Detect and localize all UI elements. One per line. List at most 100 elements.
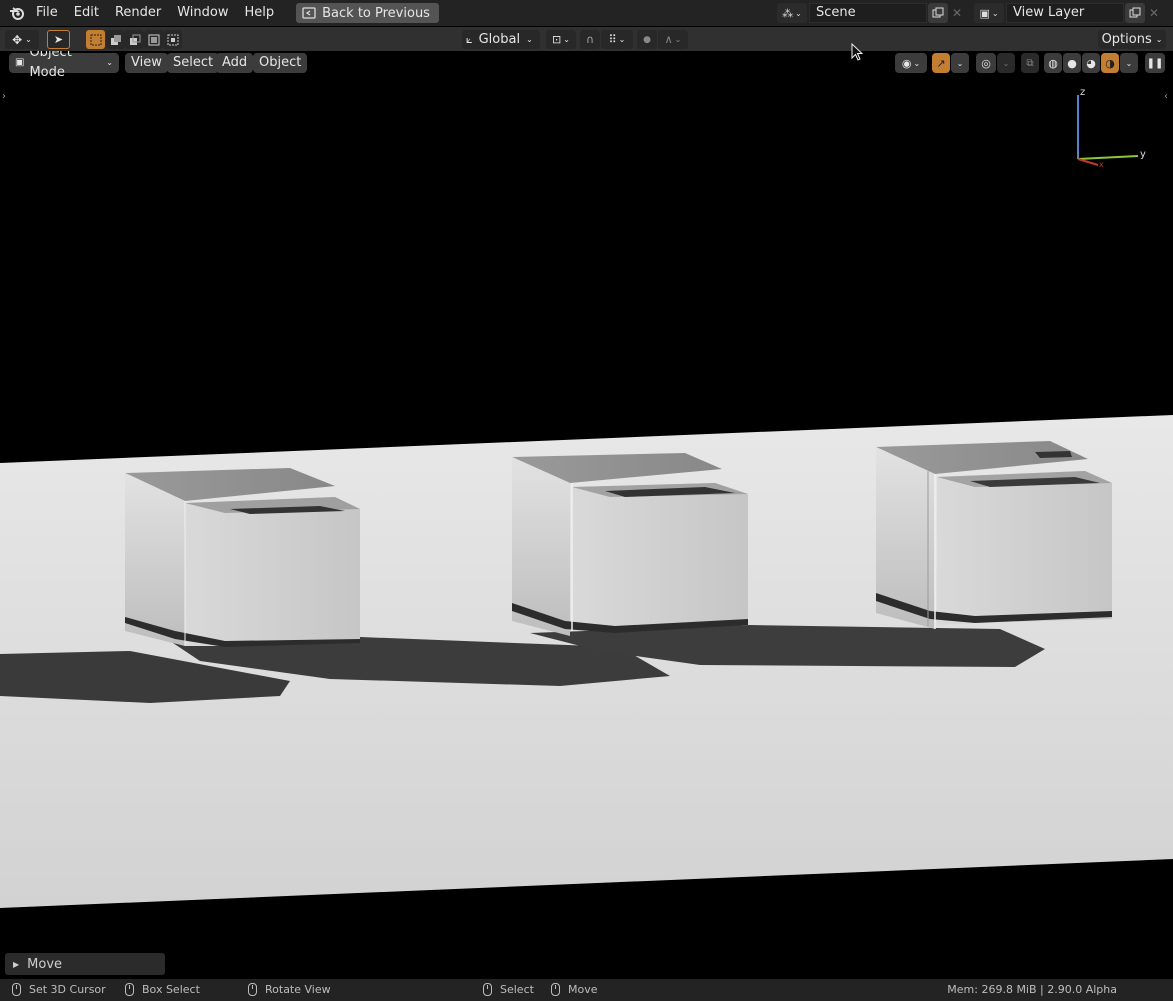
menu-render[interactable]: Render	[107, 2, 169, 24]
hint-label: Rotate View	[265, 983, 331, 996]
chevron-down-icon: ⌄	[1002, 58, 1010, 68]
wireframe-sphere-icon: ◍	[1048, 56, 1058, 70]
orientation-label: Global	[478, 32, 521, 47]
editor-type-button[interactable]: ✥ ⌄	[5, 30, 39, 49]
scene-name-field[interactable]: Scene	[809, 3, 927, 23]
hint-label: Set 3D Cursor	[29, 983, 106, 996]
menu-window[interactable]: Window	[169, 2, 236, 24]
view-layer-browse-button[interactable]: ▣ ⌄	[974, 3, 1004, 23]
shading-dropdown[interactable]: ⌄	[1120, 53, 1138, 73]
last-operator-panel[interactable]: ▶ Move	[5, 953, 165, 975]
select-mode-subtract-button[interactable]	[125, 30, 144, 49]
menu-edit[interactable]: Edit	[66, 2, 107, 24]
snap-target-dropdown[interactable]: ⠿ ⌄	[601, 30, 633, 49]
select-mode-extend-button[interactable]	[106, 30, 125, 49]
select-menu[interactable]: Select	[167, 53, 220, 73]
select-extend-icon	[110, 34, 121, 45]
top-bar: File Edit Render Window Help Back to Pre…	[0, 0, 1173, 26]
last-operator-label: Move	[27, 956, 63, 972]
active-tool-button[interactable]: ➤	[47, 30, 70, 49]
chevron-down-icon: ⌄	[674, 35, 682, 44]
axis-gizmo[interactable]: z y x	[1068, 83, 1158, 173]
snap-toggle-button[interactable]: ∩	[580, 30, 600, 49]
shading-rendered-button[interactable]: ◑	[1101, 53, 1119, 73]
cursor-tool-icon: ➤	[53, 33, 64, 46]
mode-dropdown[interactable]: ▣ Object Mode ⌄	[9, 51, 119, 80]
proportional-edit-icon: ●	[643, 34, 651, 45]
shading-solid-button[interactable]: ●	[1063, 53, 1081, 73]
3d-viewport[interactable]: ▣ Object Mode ⌄ View Select Add Object ◉…	[0, 51, 1173, 979]
mouse-drag-icon	[551, 983, 560, 996]
back-to-previous-label: Back to Previous	[322, 5, 430, 21]
scene-selector: ⁂ ⌄ Scene ✕	[777, 3, 966, 23]
chevron-down-icon: ⌄	[991, 8, 999, 18]
pivot-icon: ⊡	[552, 33, 562, 46]
hint-select: Select	[483, 983, 534, 996]
magnet-icon: ∩	[585, 33, 595, 46]
hint-label: Box Select	[142, 983, 200, 996]
orientation-icon: ⟀	[466, 32, 473, 46]
object-mode-icon: ▣	[15, 57, 25, 68]
select-mode-intersect-button[interactable]	[163, 30, 182, 49]
gizmo-y-label: y	[1140, 149, 1146, 160]
blender-logo-icon[interactable]	[6, 2, 28, 24]
visibility-dropdown[interactable]: ◉ ⌄	[895, 53, 927, 73]
scene-icon: ⁂	[782, 6, 794, 20]
copy-icon	[1129, 7, 1141, 18]
add-menu[interactable]: Add	[216, 53, 254, 73]
gizmo-icon: ↗	[936, 56, 946, 70]
copy-icon	[932, 7, 944, 18]
pivot-point-dropdown[interactable]: ⊡ ⌄	[546, 30, 576, 49]
xray-icon: ⧉	[1026, 57, 1034, 69]
xray-toggle-button[interactable]: ⧉	[1021, 53, 1039, 73]
snap-grid-icon: ⠿	[608, 33, 617, 46]
tool-header: ✥ ⌄ ➤ ⟀ Global ⌄ ⊡ ⌄ ∩ ⠿ ⌄ ● ∧ ⌄ Options ⌄	[0, 27, 1173, 51]
eye-icon: ◉	[901, 56, 912, 70]
scene-copy-button[interactable]	[928, 3, 948, 23]
scene-close-icon[interactable]: ✕	[948, 3, 966, 23]
mode-label: Object Mode	[29, 51, 72, 80]
falloff-curve-icon: ∧	[664, 33, 673, 46]
chevron-down-icon: ⌄	[956, 58, 964, 68]
view-layer-name-field[interactable]: View Layer	[1006, 3, 1124, 23]
chevron-down-icon: ⌄	[106, 58, 113, 67]
view-layer-close-icon[interactable]: ✕	[1145, 3, 1163, 23]
select-invert-icon	[148, 34, 159, 45]
select-mode-invert-button[interactable]	[144, 30, 163, 49]
material-sphere-icon: ◕	[1086, 56, 1096, 70]
gizmo-x-label: x	[1099, 160, 1104, 169]
chevron-down-icon: ⌄	[913, 58, 921, 68]
rendered-sphere-icon: ◑	[1105, 56, 1115, 70]
shading-wireframe-button[interactable]: ◍	[1044, 53, 1062, 73]
overlays-dropdown[interactable]: ⌄	[997, 53, 1015, 73]
gizmo-dropdown[interactable]: ⌄	[951, 53, 969, 73]
3d-viewport-icon: ✥	[12, 32, 23, 47]
viewport-render	[0, 415, 1173, 908]
transform-orientation-dropdown[interactable]: ⟀ Global ⌄	[462, 30, 540, 49]
chevron-down-icon: ⌄	[618, 35, 626, 44]
select-mode-new-button[interactable]	[86, 30, 105, 49]
object-menu[interactable]: Object	[253, 53, 308, 73]
falloff-dropdown[interactable]: ∧ ⌄	[658, 30, 688, 49]
options-dropdown[interactable]: Options ⌄	[1098, 30, 1166, 49]
proportional-edit-button[interactable]: ●	[637, 30, 657, 49]
view-layer-selector: ▣ ⌄ View Layer ✕	[974, 3, 1163, 23]
shading-material-button[interactable]: ◕	[1082, 53, 1100, 73]
view-layer-copy-button[interactable]	[1125, 3, 1145, 23]
mouse-drag-icon	[125, 983, 134, 996]
menu-help[interactable]: Help	[237, 2, 283, 24]
gizmo-toggle-button[interactable]: ↗	[932, 53, 950, 73]
view-layer-icon: ▣	[979, 6, 990, 20]
sidebar-expand-icon[interactable]: ‹	[1164, 91, 1168, 102]
mouse-cursor-icon	[851, 43, 864, 61]
view-menu[interactable]: View	[125, 53, 168, 73]
overlays-toggle-button[interactable]: ◎	[976, 53, 996, 73]
toolbar-expand-icon[interactable]: ›	[2, 91, 6, 102]
menu-file[interactable]: File	[28, 2, 66, 24]
select-subtract-icon	[129, 34, 140, 45]
back-screen-icon	[302, 7, 316, 19]
chevron-down-icon: ⌄	[25, 35, 32, 44]
back-to-previous-button[interactable]: Back to Previous	[296, 3, 439, 23]
pause-render-button[interactable]: ❚❚	[1145, 53, 1165, 73]
scene-browse-button[interactable]: ⁂ ⌄	[777, 3, 807, 23]
